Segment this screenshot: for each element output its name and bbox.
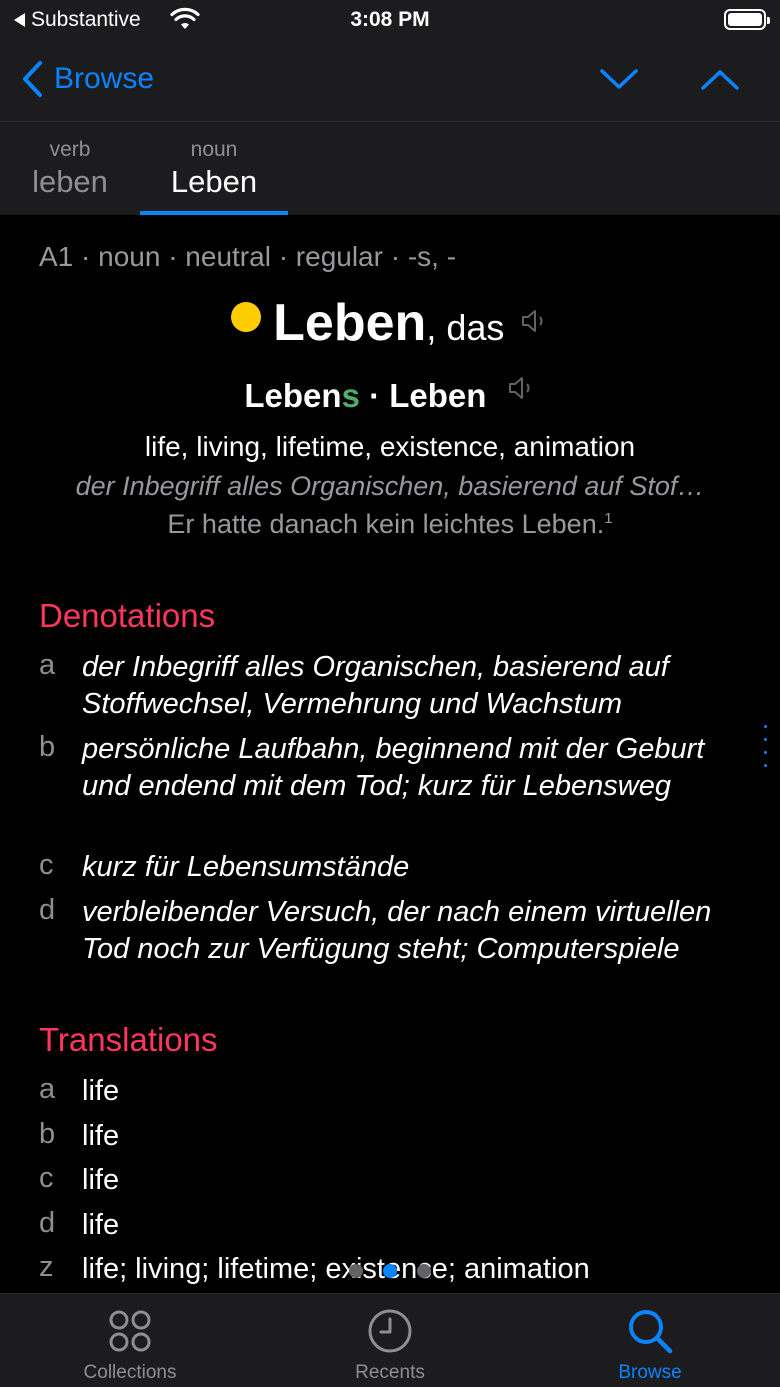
translation-item[interactable]: b life xyxy=(39,1118,739,1155)
item-letter: z xyxy=(39,1251,54,1283)
lemma: Leben xyxy=(273,294,427,352)
item-text: life xyxy=(82,1209,120,1241)
item-letter: a xyxy=(39,1073,56,1105)
page-indicator[interactable] xyxy=(349,1264,431,1278)
example-ref: 1 xyxy=(604,510,613,527)
forms-separator: · xyxy=(359,377,390,414)
article: , das xyxy=(426,307,505,348)
denotation-item[interactable]: d verbleibender Versuch, der nach einem … xyxy=(39,894,739,968)
speaker-icon[interactable] xyxy=(519,306,549,336)
inflected-forms: Lebens · Leben xyxy=(0,373,780,415)
translation-item[interactable]: c life xyxy=(39,1162,739,1199)
item-text: life xyxy=(82,1120,120,1152)
denotations-title: Denotations xyxy=(39,597,216,634)
headword: Leben, das xyxy=(0,293,780,353)
navigation-bar: Browse xyxy=(0,40,780,122)
next-entry-button[interactable] xyxy=(597,60,641,100)
tab-verb[interactable]: verb leben xyxy=(0,122,140,215)
tab-label: Recents xyxy=(355,1362,425,1383)
item-letter: d xyxy=(39,1207,56,1239)
item-letter: d xyxy=(39,894,56,926)
example-text: Er hatte danach kein leichtes Leben. xyxy=(167,509,605,539)
definition-preview: der Inbegriff alles Organischen, basiere… xyxy=(75,471,705,501)
item-text: persönliche Laufbahn, beginnend mit der … xyxy=(82,733,705,802)
status-bar: Substantive 3:08 PM xyxy=(0,0,780,40)
collections-icon xyxy=(109,1310,151,1352)
chevron-left-icon xyxy=(23,61,42,97)
tab-browse[interactable]: Browse xyxy=(520,1294,780,1387)
tab-recents[interactable]: Recents xyxy=(260,1294,520,1387)
status-time: 3:08 PM xyxy=(350,8,430,31)
page-dot[interactable] xyxy=(417,1264,431,1278)
translation-item[interactable]: a life xyxy=(39,1073,739,1110)
genitive-stem: Leben xyxy=(244,377,342,414)
gender-dot-icon xyxy=(231,302,262,332)
tab-pos-label: noun xyxy=(190,138,238,161)
translation-item[interactable]: d life xyxy=(39,1207,739,1244)
item-text: der Inbegriff alles Organischen, basiere… xyxy=(82,651,669,720)
tab-bar: Collections Recents Browse xyxy=(0,1293,780,1387)
item-text: life; living; lifetime; existence; anima… xyxy=(82,1253,590,1285)
denotation-item[interactable]: b persönliche Laufbahn, beginnend mit de… xyxy=(39,731,739,805)
tab-word: leben xyxy=(32,164,108,199)
browse-back-button[interactable]: Browse xyxy=(20,60,154,98)
denotation-item[interactable]: a der Inbegriff alles Organischen, basie… xyxy=(39,649,739,723)
item-letter: c xyxy=(39,849,54,881)
tab-label: Browse xyxy=(618,1362,682,1383)
word-tabs: verb leben noun Leben xyxy=(0,122,780,215)
entry-content[interactable]: A1 · noun · neutral · regular · -s, - Le… xyxy=(0,215,780,1293)
page-dot[interactable] xyxy=(349,1264,363,1278)
battery-icon xyxy=(724,9,770,30)
item-text: life xyxy=(82,1075,120,1107)
plural-form: Leben xyxy=(389,377,487,414)
translations-title: Translations xyxy=(39,1021,218,1058)
tab-noun[interactable]: noun Leben xyxy=(140,122,288,215)
denotation-item[interactable]: c kurz für Lebensumstände xyxy=(39,849,739,886)
translation-summary: life, living, lifetime, existence, anima… xyxy=(144,431,636,462)
example-sentence: Er hatte danach kein leichtes Leben.1 xyxy=(0,509,780,540)
tab-label: Collections xyxy=(83,1362,177,1383)
tab-word: Leben xyxy=(170,164,258,199)
speaker-icon[interactable] xyxy=(506,373,536,403)
page-dot-active[interactable] xyxy=(383,1264,397,1278)
previous-entry-button[interactable] xyxy=(698,60,742,100)
item-letter: a xyxy=(39,649,56,681)
item-letter: b xyxy=(39,1118,56,1150)
tab-collections[interactable]: Collections xyxy=(0,1294,260,1387)
scroll-indicator[interactable] xyxy=(764,725,768,777)
item-text: life xyxy=(82,1164,120,1196)
clock-icon xyxy=(368,1309,412,1353)
tab-pos-label: verb xyxy=(49,138,91,161)
search-icon xyxy=(629,1310,673,1354)
genitive-ending: s xyxy=(341,377,360,414)
item-letter: c xyxy=(39,1162,54,1194)
item-text: verbleibender Versuch, der nach einem vi… xyxy=(82,896,712,965)
item-letter: b xyxy=(39,731,56,763)
item-text: kurz für Lebensumstände xyxy=(82,851,410,883)
back-label: Browse xyxy=(54,62,155,95)
entry-meta: A1 · noun · neutral · regular · -s, - xyxy=(39,241,457,272)
